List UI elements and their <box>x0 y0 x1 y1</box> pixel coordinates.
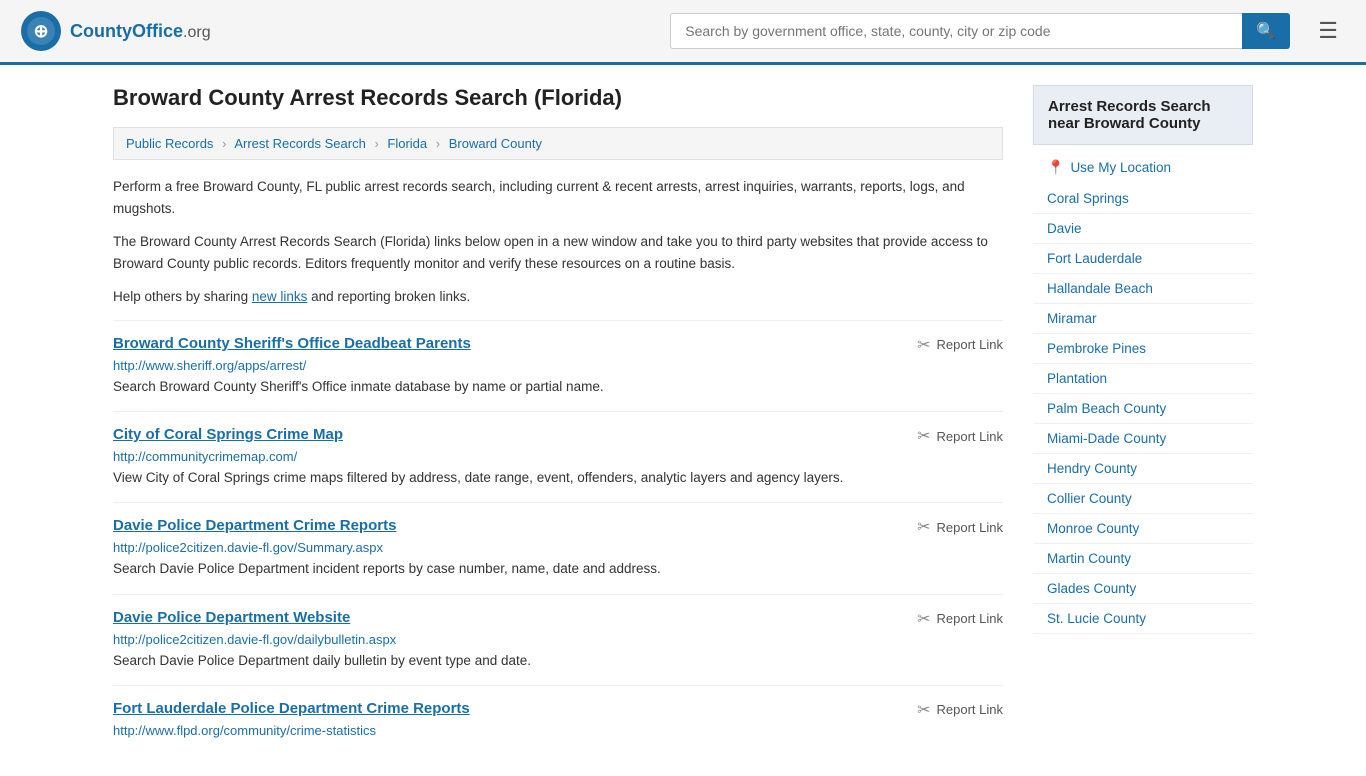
report-link-1[interactable]: ✂ Report Link <box>917 426 1003 446</box>
sidebar: Arrest Records Search near Broward Count… <box>1033 85 1253 756</box>
search-button[interactable]: 🔍 <box>1242 13 1290 49</box>
breadcrumb-florida[interactable]: Florida <box>387 136 427 151</box>
sidebar-link-coral-springs[interactable]: Coral Springs <box>1033 184 1253 214</box>
content-area: Broward County Arrest Records Search (Fl… <box>113 85 1003 756</box>
sidebar-link-fort-lauderdale[interactable]: Fort Lauderdale <box>1033 244 1253 274</box>
report-label-3: Report Link <box>937 611 1003 626</box>
report-link-3[interactable]: ✂ Report Link <box>917 609 1003 629</box>
report-label-0: Report Link <box>937 337 1003 352</box>
result-url-1[interactable]: http://communitycrimemap.com/ <box>113 449 1003 464</box>
page-title: Broward County Arrest Records Search (Fl… <box>113 85 1003 111</box>
description-1: Perform a free Broward County, FL public… <box>113 176 1003 219</box>
location-pin-icon: 📍 <box>1047 159 1064 176</box>
breadcrumb-sep-2: › <box>374 136 378 151</box>
result-item-1: City of Coral Springs Crime Map ✂ Report… <box>113 411 1003 502</box>
description-2: The Broward County Arrest Records Search… <box>113 231 1003 274</box>
main-container: Broward County Arrest Records Search (Fl… <box>83 65 1283 776</box>
sidebar-link-hendry-county[interactable]: Hendry County <box>1033 454 1253 484</box>
result-item-4: Fort Lauderdale Police Department Crime … <box>113 685 1003 756</box>
result-url-0[interactable]: http://www.sheriff.org/apps/arrest/ <box>113 358 1003 373</box>
report-label-1: Report Link <box>937 429 1003 444</box>
report-link-0[interactable]: ✂ Report Link <box>917 335 1003 355</box>
report-label-2: Report Link <box>937 520 1003 535</box>
result-url-2[interactable]: http://police2citizen.davie-fl.gov/Summa… <box>113 540 1003 555</box>
breadcrumb-sep-3: › <box>436 136 440 151</box>
result-header-0: Broward County Sheriff's Office Deadbeat… <box>113 335 1003 355</box>
sidebar-link-miami-dade-county[interactable]: Miami-Dade County <box>1033 424 1253 454</box>
sidebar-link-glades-county[interactable]: Glades County <box>1033 574 1253 604</box>
result-item-0: Broward County Sheriff's Office Deadbeat… <box>113 320 1003 411</box>
use-location-label: Use My Location <box>1070 160 1171 175</box>
description-3: Help others by sharing new links and rep… <box>113 286 1003 308</box>
report-icon-0: ✂ <box>917 335 930 355</box>
search-input[interactable] <box>670 13 1242 49</box>
logo-icon: ⊕ <box>20 10 62 52</box>
breadcrumb: Public Records › Arrest Records Search ›… <box>113 127 1003 160</box>
sidebar-link-davie[interactable]: Davie <box>1033 214 1253 244</box>
breadcrumb-arrest-records[interactable]: Arrest Records Search <box>234 136 366 151</box>
result-title-3[interactable]: Davie Police Department Website <box>113 609 350 626</box>
result-item-3: Davie Police Department Website ✂ Report… <box>113 594 1003 685</box>
result-header-4: Fort Lauderdale Police Department Crime … <box>113 700 1003 720</box>
result-title-0[interactable]: Broward County Sheriff's Office Deadbeat… <box>113 335 471 352</box>
sidebar-link-st-lucie-county[interactable]: St. Lucie County <box>1033 604 1253 634</box>
result-item-2: Davie Police Department Crime Reports ✂ … <box>113 502 1003 593</box>
svg-text:⊕: ⊕ <box>33 21 48 41</box>
result-title-1[interactable]: City of Coral Springs Crime Map <box>113 426 343 443</box>
result-header-1: City of Coral Springs Crime Map ✂ Report… <box>113 426 1003 446</box>
result-header-2: Davie Police Department Crime Reports ✂ … <box>113 517 1003 537</box>
logo-link[interactable]: ⊕ CountyOffice.org <box>20 10 211 52</box>
breadcrumb-sep-1: › <box>222 136 226 151</box>
sidebar-link-martin-county[interactable]: Martin County <box>1033 544 1253 574</box>
breadcrumb-public-records[interactable]: Public Records <box>126 136 213 151</box>
report-link-4[interactable]: ✂ Report Link <box>917 700 1003 720</box>
report-icon-3: ✂ <box>917 609 930 629</box>
header: ⊕ CountyOffice.org 🔍 ☰ <box>0 0 1366 65</box>
report-label-4: Report Link <box>937 702 1003 717</box>
result-desc-0: Search Broward County Sheriff's Office i… <box>113 377 1003 397</box>
new-links-link[interactable]: new links <box>252 289 308 304</box>
report-icon-2: ✂ <box>917 517 930 537</box>
result-header-3: Davie Police Department Website ✂ Report… <box>113 609 1003 629</box>
sidebar-link-monroe-county[interactable]: Monroe County <box>1033 514 1253 544</box>
result-url-4[interactable]: http://www.flpd.org/community/crime-stat… <box>113 723 1003 738</box>
result-desc-2: Search Davie Police Department incident … <box>113 559 1003 579</box>
result-desc-3: Search Davie Police Department daily bul… <box>113 651 1003 671</box>
hamburger-button[interactable]: ☰ <box>1310 14 1346 48</box>
report-link-2[interactable]: ✂ Report Link <box>917 517 1003 537</box>
use-location-button[interactable]: 📍 Use My Location <box>1033 151 1253 184</box>
sidebar-link-hallandale-beach[interactable]: Hallandale Beach <box>1033 274 1253 304</box>
result-title-4[interactable]: Fort Lauderdale Police Department Crime … <box>113 700 470 717</box>
result-desc-1: View City of Coral Springs crime maps fi… <box>113 468 1003 488</box>
logo-text: CountyOffice.org <box>70 21 211 42</box>
search-icon: 🔍 <box>1256 23 1276 40</box>
sidebar-header: Arrest Records Search near Broward Count… <box>1033 85 1253 145</box>
result-title-2[interactable]: Davie Police Department Crime Reports <box>113 517 396 534</box>
hamburger-icon: ☰ <box>1318 18 1338 43</box>
results-list: Broward County Sheriff's Office Deadbeat… <box>113 320 1003 756</box>
search-container: 🔍 <box>670 13 1290 49</box>
report-icon-4: ✂ <box>917 700 930 720</box>
result-url-3[interactable]: http://police2citizen.davie-fl.gov/daily… <box>113 632 1003 647</box>
sidebar-link-miramar[interactable]: Miramar <box>1033 304 1253 334</box>
sidebar-link-plantation[interactable]: Plantation <box>1033 364 1253 394</box>
sidebar-link-pembroke-pines[interactable]: Pembroke Pines <box>1033 334 1253 364</box>
sidebar-link-palm-beach-county[interactable]: Palm Beach County <box>1033 394 1253 424</box>
logo-ext: .org <box>183 24 211 41</box>
sidebar-link-collier-county[interactable]: Collier County <box>1033 484 1253 514</box>
report-icon-1: ✂ <box>917 426 930 446</box>
breadcrumb-broward-county[interactable]: Broward County <box>449 136 542 151</box>
